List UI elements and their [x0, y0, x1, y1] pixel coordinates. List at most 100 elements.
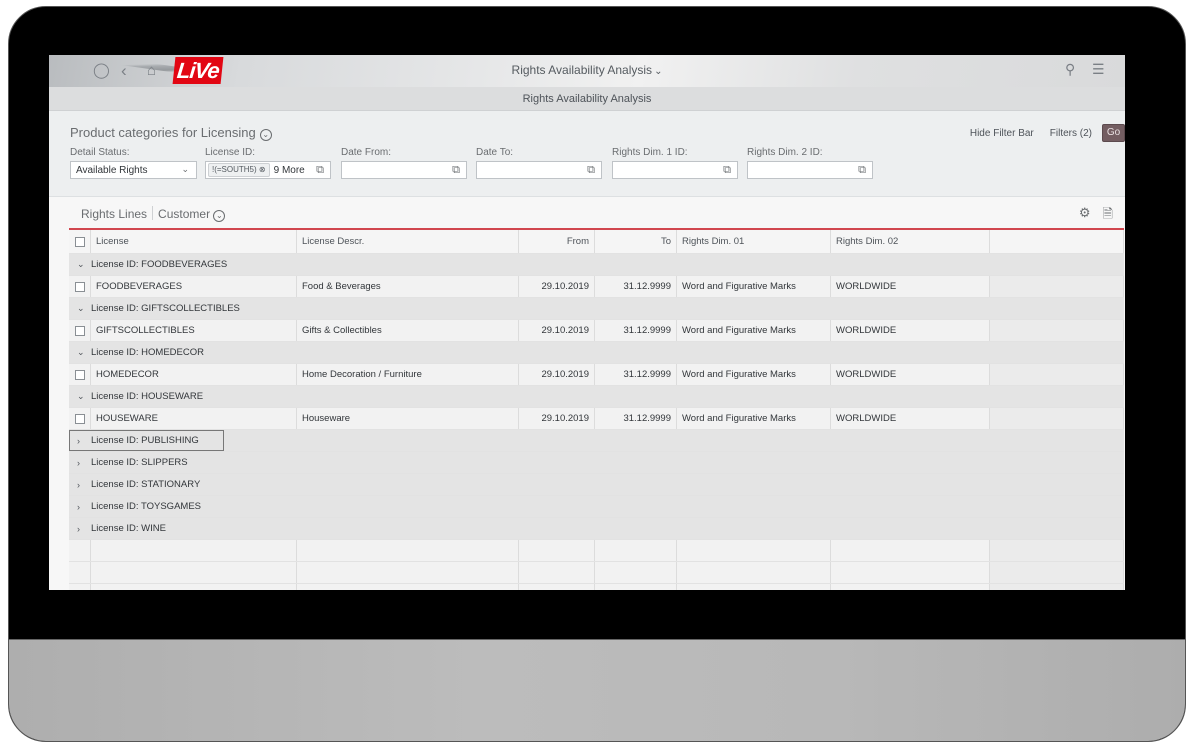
app-title: Rights Availability Analysis [511, 63, 653, 77]
row-select-cell [69, 364, 91, 385]
chevron-right-icon[interactable]: › [77, 436, 91, 446]
group-header[interactable]: › License ID: TOYSGAMES [69, 496, 990, 517]
table-row[interactable]: HOMEDECOR Home Decoration / Furniture 29.1… [69, 364, 1124, 386]
rights-dim1-input[interactable]: ⧉ [612, 161, 738, 179]
value-help-icon[interactable]: ⧉ [723, 164, 731, 177]
group-row[interactable]: › License ID: SLIPPERS [69, 452, 1124, 474]
chevron-down-icon[interactable]: ⌄ [181, 164, 189, 175]
chevron-right-icon[interactable]: › [77, 458, 91, 468]
column-header-to[interactable]: To [595, 230, 677, 253]
empty-row [69, 584, 1124, 590]
chevron-right-icon[interactable]: › [77, 480, 91, 490]
select-all-checkbox[interactable] [74, 236, 85, 247]
cell-license-descr: Food & Beverages [297, 276, 519, 297]
row-checkbox[interactable] [74, 369, 85, 380]
empty-cell [297, 562, 519, 583]
cell-rights-dim-01: Word and Figurative Marks [677, 364, 831, 385]
group-row[interactable]: ⌄ License ID: FOODBEVERAGES [69, 254, 1124, 276]
cell-rights-dim-02: WORLDWIDE [831, 276, 990, 297]
group-header[interactable]: › License ID: PUBLISHING [69, 430, 224, 451]
empty-cell [595, 562, 677, 583]
group-label: License ID: TOYSGAMES [91, 501, 201, 512]
group-header[interactable]: › License ID: STATIONARY [69, 474, 990, 495]
group-row[interactable]: › License ID: PUBLISHING [69, 430, 1124, 452]
table-row[interactable]: FOODBEVERAGES Food & Beverages 29.10.2019 3… [69, 276, 1124, 298]
group-header[interactable]: › License ID: WINE [69, 518, 990, 539]
cell-rights-dim-02: WORLDWIDE [831, 408, 990, 429]
value-help-icon[interactable]: ⧉ [858, 164, 866, 177]
group-row[interactable]: › License ID: WINE [69, 518, 1124, 540]
detail-status-select[interactable]: Available Rights ⌄ [70, 161, 197, 179]
token-remove-icon[interactable]: ⊗ [259, 165, 266, 174]
table-row[interactable]: GIFTSCOLLECTIBLES Gifts & Collectibles 29.… [69, 320, 1124, 342]
cell-from: 29.10.2019 [519, 320, 595, 341]
column-header-license-descr[interactable]: License Descr. [297, 230, 519, 253]
license-id-field: License ID: !(=SOUTH5) ⊗ 9 More ⧉ [205, 147, 331, 179]
filters-button[interactable]: Filters (2) [1050, 128, 1092, 139]
page-subheader: Rights Availability Analysis [49, 87, 1125, 111]
row-checkbox[interactable] [74, 325, 85, 336]
group-header[interactable]: › License ID: SLIPPERS [69, 452, 990, 473]
group-label: License ID: PUBLISHING [91, 435, 199, 446]
monitor-chin [9, 639, 1185, 741]
search-icon[interactable]: ⚲ [1065, 61, 1075, 78]
chevron-right-icon[interactable]: › [77, 524, 91, 534]
group-row[interactable]: › License ID: STATIONARY [69, 474, 1124, 496]
group-row[interactable]: ⌄ License ID: HOMEDECOR [69, 342, 1124, 364]
group-label: License ID: STATIONARY [91, 479, 201, 490]
row-select-cell [69, 276, 91, 297]
column-header-rights-dim-01[interactable]: Rights Dim. 01 [677, 230, 831, 253]
column-header-license[interactable]: License [91, 230, 297, 253]
cell-filler [990, 320, 1124, 341]
cell-rights-dim-01: Word and Figurative Marks [677, 408, 831, 429]
group-row[interactable]: › License ID: TOYSGAMES [69, 496, 1124, 518]
rights-dim2-input[interactable]: ⧉ [747, 161, 873, 179]
cell-filler [990, 276, 1124, 297]
group-header[interactable]: ⌄ License ID: HOMEDECOR [69, 342, 990, 363]
license-id-input[interactable]: !(=SOUTH5) ⊗ 9 More ⧉ [205, 161, 331, 179]
group-row-filler [990, 254, 1124, 275]
go-button[interactable]: Go [1102, 124, 1125, 142]
value-help-icon[interactable]: ⧉ [452, 164, 460, 177]
cell-rights-dim-01: Word and Figurative Marks [677, 320, 831, 341]
group-header[interactable]: ⌄ License ID: GIFTSCOLLECTIBLES [69, 298, 990, 319]
more-tokens-link[interactable]: 9 More [274, 165, 305, 176]
empty-cell [990, 584, 1124, 590]
hide-filter-bar-button[interactable]: Hide Filter Bar [970, 128, 1034, 139]
chevron-down-circle-icon: ⌄ [213, 210, 226, 222]
filter-token-text: !(=SOUTH5) [212, 165, 257, 174]
chevron-down-icon[interactable]: ⌄ [77, 259, 91, 270]
value-help-icon[interactable]: ⧉ [316, 164, 324, 177]
app-title-menu[interactable]: Rights Availability Analysis ⌄ [49, 63, 1125, 77]
table-row[interactable]: HOUSEWARE Houseware 29.10.2019 31.12.9999 Wo… [69, 408, 1124, 430]
row-checkbox[interactable] [74, 281, 85, 292]
export-icon[interactable]: 🗎 [1103, 205, 1113, 227]
chevron-down-icon[interactable]: ⌄ [77, 391, 91, 402]
empty-cell [69, 584, 91, 590]
empty-cell [91, 540, 297, 561]
row-checkbox[interactable] [74, 413, 85, 424]
chevron-down-icon[interactable]: ⌄ [77, 347, 91, 358]
cell-from: 29.10.2019 [519, 408, 595, 429]
settings-icon[interactable]: ⚙ [1079, 205, 1091, 227]
group-row-filler [990, 386, 1124, 407]
chevron-right-icon[interactable]: › [77, 502, 91, 512]
value-help-icon[interactable]: ⧉ [587, 164, 595, 177]
rights-dim2-label: Rights Dim. 2 ID: [747, 147, 823, 158]
menu-icon[interactable]: ☰ [1092, 61, 1105, 78]
column-header-rights-dim-02[interactable]: Rights Dim. 02 [831, 230, 990, 253]
group-header[interactable]: ⌄ License ID: HOUSEWARE [69, 386, 990, 407]
date-from-label: Date From: [341, 147, 392, 158]
empty-cell [91, 584, 297, 590]
column-header-from[interactable]: From [519, 230, 595, 253]
variant-selector[interactable]: Product categories for Licensing ⌄ [70, 125, 272, 141]
date-to-input[interactable]: ⧉ [476, 161, 602, 179]
date-from-input[interactable]: ⧉ [341, 161, 467, 179]
group-row[interactable]: ⌄ License ID: GIFTSCOLLECTIBLES [69, 298, 1124, 320]
chevron-down-icon[interactable]: ⌄ [77, 303, 91, 314]
group-header[interactable]: ⌄ License ID: FOODBEVERAGES [69, 254, 990, 275]
group-row[interactable]: ⌄ License ID: HOUSEWARE [69, 386, 1124, 408]
filter-token[interactable]: !(=SOUTH5) ⊗ [208, 163, 270, 177]
cell-license-descr: Gifts & Collectibles [297, 320, 519, 341]
table-variant-selector[interactable]: Customer ⌄ [158, 207, 226, 222]
